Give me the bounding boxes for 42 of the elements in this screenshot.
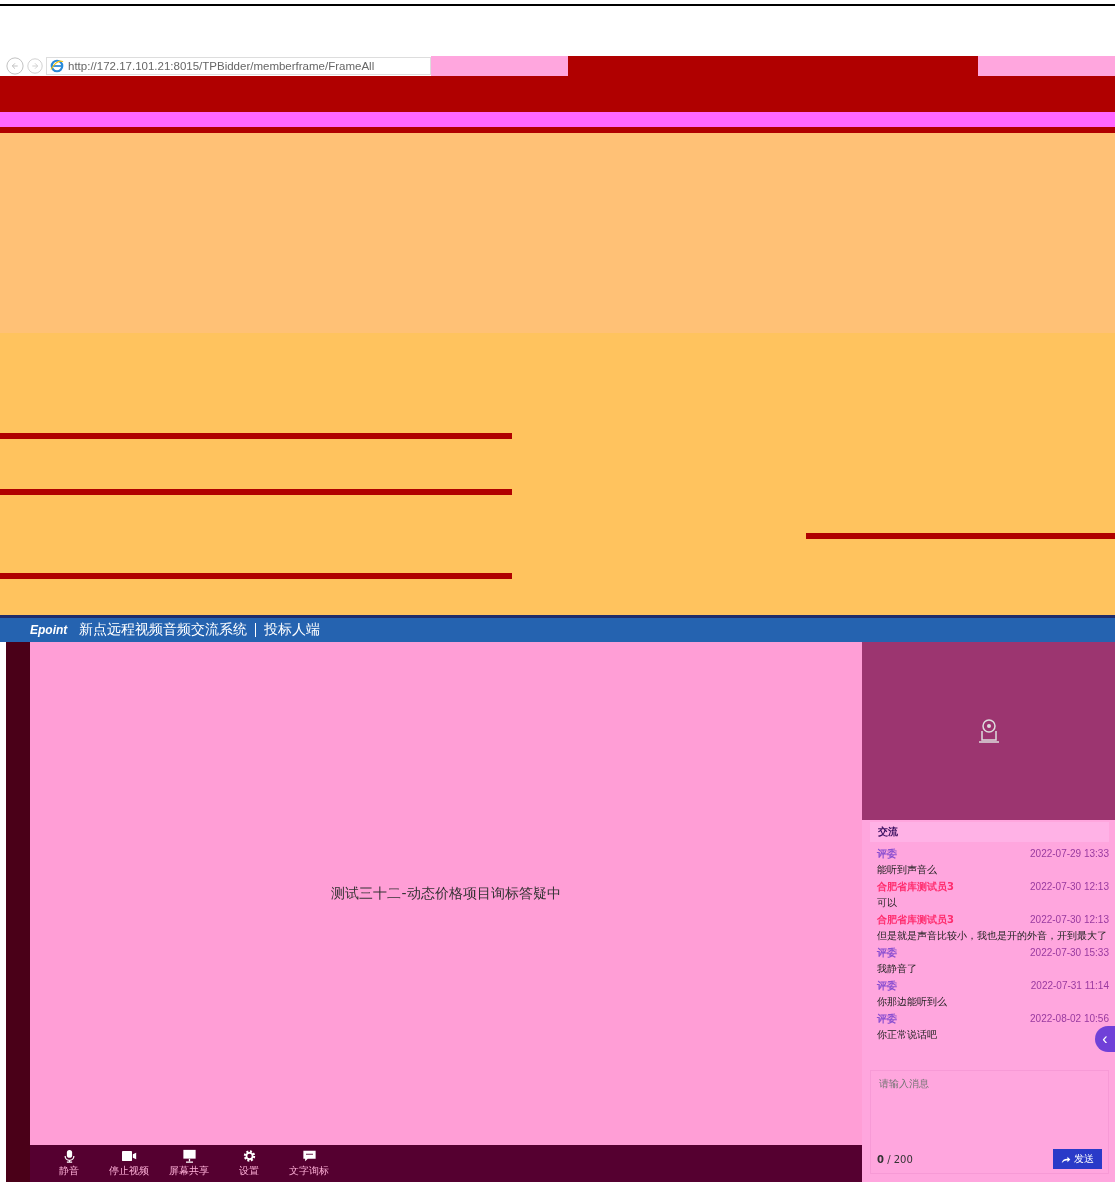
- toolbar-button[interactable]: 文字询标: [284, 1145, 334, 1182]
- message-text: 我静音了: [877, 962, 917, 976]
- message-time: 2022-07-31 11:14: [1030, 979, 1109, 993]
- toolbar-button[interactable]: 静音: [44, 1145, 94, 1182]
- sender-name: 评委: [877, 847, 897, 861]
- meeting-caption: 测试三十二-动态价格项目询标答疑中: [331, 884, 561, 903]
- chat-title: 交流: [870, 822, 1109, 842]
- message-time: 2022-07-30 15:33: [1030, 946, 1109, 960]
- logo: Epoint: [30, 623, 68, 637]
- message-input[interactable]: 请输入消息 0 / 200 发送: [870, 1070, 1109, 1174]
- sender-name: 评委: [877, 1012, 897, 1026]
- message-text: 你那边能听到么: [877, 995, 947, 1009]
- collapse-button[interactable]: ‹: [1095, 1026, 1115, 1052]
- settings-icon: [241, 1149, 257, 1163]
- app-title: 新点远程视频音频交流系统: [79, 621, 248, 639]
- message-text: 能听到声音么: [877, 863, 937, 877]
- monitor-icon: [181, 1149, 197, 1163]
- share-arrow-icon: [1061, 1154, 1071, 1164]
- toolbar-button[interactable]: 设置: [224, 1145, 274, 1182]
- message-time: 2022-07-30 12:13: [1030, 913, 1109, 927]
- message-time: 2022-08-02 10:56: [1030, 1012, 1109, 1026]
- message-text: 但是就是声音比较小，我也是开的外音，开到最大了: [877, 929, 1107, 943]
- chat-icon: [301, 1149, 317, 1163]
- role-label: 投标人端: [264, 621, 321, 639]
- back-icon[interactable]: [6, 57, 24, 75]
- browser-icon: [50, 59, 64, 73]
- toolbar-button[interactable]: 屏幕共享: [164, 1145, 214, 1182]
- message-time: 2022-07-30 12:13: [1030, 880, 1109, 894]
- video-camera-icon: [121, 1149, 137, 1163]
- sender-name: 评委: [877, 979, 897, 993]
- message-text: 可以: [877, 896, 897, 910]
- character-counter: 0 / 200: [877, 1153, 913, 1165]
- forward-icon[interactable]: [26, 57, 44, 75]
- message-time: 2022-07-29 13:33: [1030, 847, 1109, 861]
- address-bar[interactable]: http://172.17.101.21:8015/TPBidder/memberframe/FrameAll: [46, 57, 431, 75]
- sender-name: 合肥省库测试员3: [877, 880, 954, 894]
- sender-name: 合肥省库测试员3: [877, 913, 954, 927]
- url-text: http://172.17.101.21:8015/TPBidder/memberframe/FrameAll: [68, 60, 375, 72]
- sender-name: 评委: [877, 946, 897, 960]
- message-text: 你正常说话吧: [877, 1028, 937, 1042]
- send-button[interactable]: 发送: [1053, 1149, 1102, 1169]
- toolbar-button[interactable]: 停止视频: [104, 1145, 154, 1182]
